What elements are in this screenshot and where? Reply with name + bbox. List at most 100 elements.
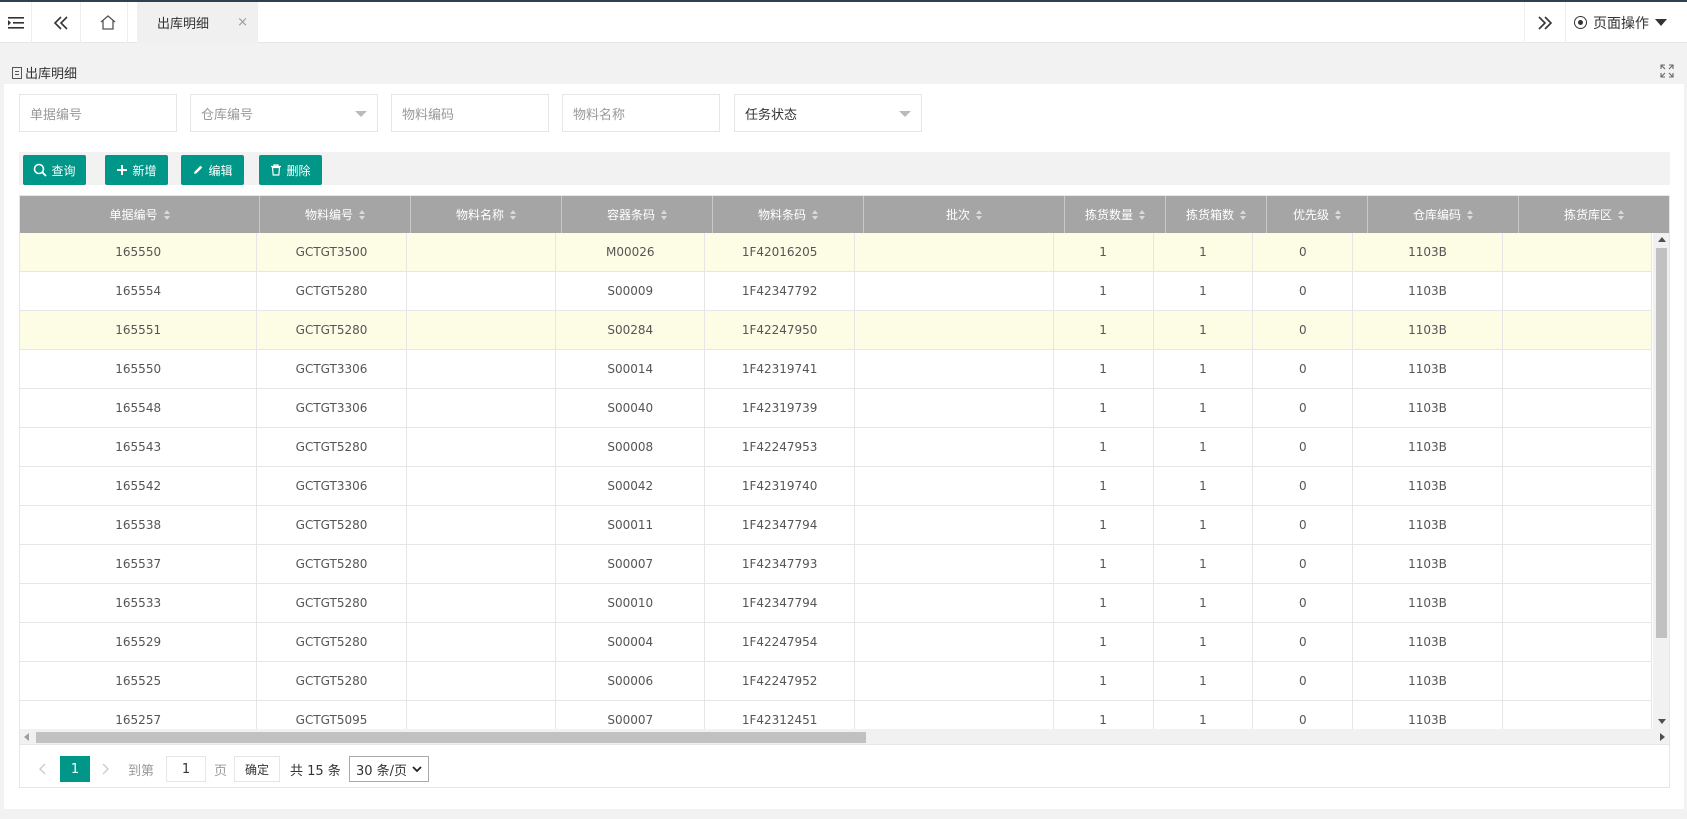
table-row[interactable]: 165554 GCTGT5280 S00009 1F42347792 1 1 0 1103B: [20, 272, 1653, 311]
table-cell: [855, 623, 1054, 661]
vertical-scrollbar[interactable]: [1653, 233, 1669, 729]
sort-icon[interactable]: [661, 209, 667, 220]
task-status-select[interactable]: 任务状态: [734, 94, 922, 132]
table-cell: 1F42247950: [705, 311, 855, 349]
table-cell: 165529: [20, 623, 258, 661]
sort-icon[interactable]: [812, 209, 818, 220]
column-header-label: 物料条码: [757, 208, 806, 222]
column-header[interactable]: 拣货数量: [1065, 196, 1166, 233]
horizontal-scrollbar[interactable]: [20, 729, 1669, 744]
page-1-button[interactable]: 1: [60, 756, 90, 782]
table-row[interactable]: 165533 GCTGT5280 S00010 1F42347794 1 1 0 1103B: [20, 584, 1653, 623]
table-cell: 0: [1253, 311, 1354, 349]
table-cell: S00011: [556, 506, 706, 544]
goto-confirm-button[interactable]: 确定: [234, 756, 280, 782]
table-row[interactable]: 165529 GCTGT5280 S00004 1F42247954 1 1 0 1103B: [20, 623, 1653, 662]
fullscreen-icon[interactable]: [1660, 64, 1674, 78]
tabs-scroll-left-button[interactable]: [41, 2, 81, 43]
table-row[interactable]: 165542 GCTGT3306 S00042 1F42319740 1 1 0 1103B: [20, 467, 1653, 506]
table-cell: 0: [1253, 233, 1354, 271]
table-cell: [407, 467, 557, 505]
tab-outbound-detail[interactable]: 出库明细 ×: [137, 2, 258, 43]
vertical-scroll-thumb[interactable]: [1656, 248, 1667, 638]
delete-button[interactable]: 删除: [259, 155, 322, 185]
table-row[interactable]: 165550 GCTGT3306 S00014 1F42319741 1 1 0 1103B: [20, 350, 1653, 389]
column-header[interactable]: 物料编号: [260, 196, 411, 233]
table-row[interactable]: 165525 GCTGT5280 S00006 1F42247952 1 1 0 1103B: [20, 662, 1653, 701]
add-button[interactable]: 新增: [105, 155, 168, 185]
column-header[interactable]: 拣货库区: [1519, 196, 1669, 233]
table-cell: 0: [1253, 584, 1354, 622]
table-cell: GCTGT5280: [257, 272, 407, 310]
page-operations-dropdown[interactable]: 页面操作: [1574, 2, 1667, 43]
table-cell: GCTGT3500: [257, 233, 407, 271]
sort-icon[interactable]: [510, 209, 516, 220]
sort-icon[interactable]: [1335, 209, 1341, 220]
table-cell: 1F42347794: [705, 584, 855, 622]
table-cell: 165537: [20, 545, 258, 583]
table-cell: [407, 506, 557, 544]
column-header[interactable]: 拣货箱数: [1166, 196, 1267, 233]
page-size-select[interactable]: 30 条/页: [349, 756, 429, 782]
tab-close-icon[interactable]: ×: [237, 15, 248, 30]
scroll-right-icon[interactable]: [1660, 733, 1665, 741]
table-row[interactable]: 165538 GCTGT5280 S00011 1F42347794 1 1 0 1103B: [20, 506, 1653, 545]
table-cell: 1F42247952: [705, 662, 855, 700]
table-cell: S00042: [556, 467, 706, 505]
table-cell: GCTGT5280: [257, 428, 407, 466]
panel-title-text: 出库明细: [25, 67, 78, 82]
panel-title: 出库明细: [12, 63, 77, 82]
table-cell: 0: [1253, 428, 1354, 466]
material-code-input[interactable]: 物料编码: [391, 94, 549, 132]
table-cell: [855, 506, 1054, 544]
table-cell: [855, 467, 1054, 505]
table-cell: 165542: [20, 467, 258, 505]
column-header[interactable]: 物料名称: [411, 196, 562, 233]
table-row[interactable]: 165548 GCTGT3306 S00040 1F42319739 1 1 0 1103B: [20, 389, 1653, 428]
column-header[interactable]: 优先级: [1267, 196, 1368, 233]
scroll-down-icon[interactable]: [1658, 719, 1666, 724]
doc-no-input[interactable]: 单据编号: [19, 94, 177, 132]
sort-icon[interactable]: [1139, 209, 1145, 220]
table-cell: 1: [1054, 623, 1154, 661]
table-cell: [855, 545, 1054, 583]
tabs-scroll-right-button[interactable]: [1524, 2, 1566, 43]
menu-icon: [7, 16, 24, 29]
next-page-button[interactable]: [98, 756, 114, 782]
warehouse-select[interactable]: 仓库编号: [190, 94, 378, 132]
horizontal-scroll-thumb[interactable]: [36, 732, 866, 743]
scroll-left-icon[interactable]: [24, 733, 29, 741]
column-header[interactable]: 容器条码: [562, 196, 713, 233]
table-cell: 1: [1154, 428, 1254, 466]
prev-page-button[interactable]: [34, 756, 50, 782]
table-cell: 1103B: [1353, 389, 1503, 427]
sort-icon[interactable]: [1240, 209, 1246, 220]
material-name-input[interactable]: 物料名称: [562, 94, 720, 132]
table-cell: 1: [1154, 311, 1254, 349]
sort-icon[interactable]: [976, 209, 982, 220]
menu-toggle-button[interactable]: [0, 2, 32, 43]
table-cell: 1103B: [1353, 311, 1503, 349]
table-row[interactable]: 165551 GCTGT5280 S00284 1F42247950 1 1 0 1103B: [20, 311, 1653, 350]
sort-icon[interactable]: [359, 209, 365, 220]
doc-no-placeholder: 单据编号: [30, 107, 83, 123]
column-header[interactable]: 仓库编码: [1368, 196, 1519, 233]
scroll-up-icon[interactable]: [1658, 237, 1666, 242]
column-header[interactable]: 单据编号: [20, 196, 260, 233]
table-cell: [1503, 272, 1653, 310]
table-row[interactable]: 165543 GCTGT5280 S00008 1F42247953 1 1 0 1103B: [20, 428, 1653, 467]
table-row[interactable]: 165537 GCTGT5280 S00007 1F42347793 1 1 0 1103B: [20, 545, 1653, 584]
goto-page-input[interactable]: 1: [166, 756, 206, 782]
edit-button[interactable]: 编辑: [181, 155, 244, 185]
column-header[interactable]: 物料条码: [713, 196, 864, 233]
sort-icon[interactable]: [1618, 209, 1624, 220]
table-cell: [855, 428, 1054, 466]
sort-icon[interactable]: [163, 209, 170, 220]
material-name-placeholder: 物料名称: [573, 107, 626, 123]
table-row[interactable]: 165550 GCTGT3500 M00026 1F42016205 1 1 0 1103B: [20, 233, 1653, 272]
sort-icon[interactable]: [1467, 209, 1473, 220]
column-header[interactable]: 批次: [864, 196, 1065, 233]
table-cell: 0: [1253, 545, 1354, 583]
home-button[interactable]: [88, 2, 128, 43]
query-button[interactable]: 查询: [23, 155, 86, 185]
